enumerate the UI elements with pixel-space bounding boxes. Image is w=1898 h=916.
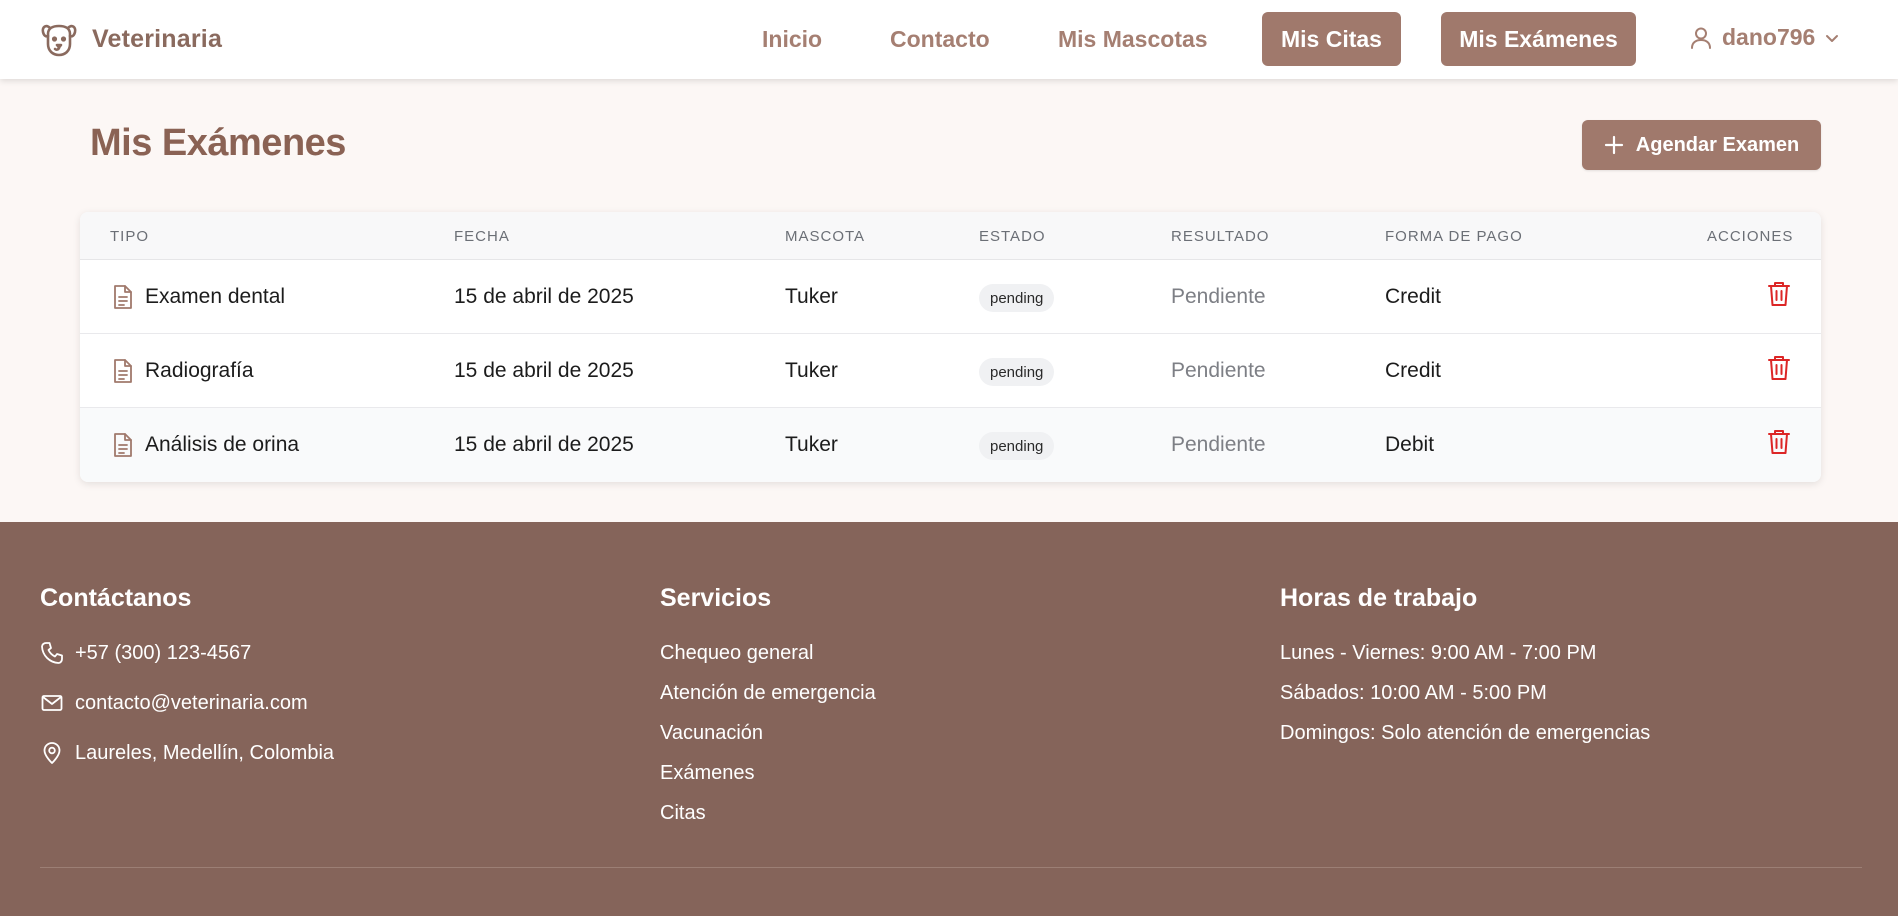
nav-mis-mascotas[interactable]: Mis Mascotas xyxy=(1058,26,1208,53)
table-row: Examen dental 15 de abril de 2025 Tuker … xyxy=(80,260,1821,334)
exams-table: TIPO FECHA MASCOTA ESTADO RESULTADO FORM… xyxy=(80,212,1821,482)
column-header-fecha: FECHA xyxy=(454,228,510,245)
table-header: TIPO FECHA MASCOTA ESTADO RESULTADO FORM… xyxy=(80,212,1821,260)
footer-service-link[interactable]: Exámenes xyxy=(660,762,755,785)
cell-fecha: 15 de abril de 2025 xyxy=(454,285,634,308)
column-header-forma-de-pago: FORMA DE PAGO xyxy=(1385,228,1523,245)
agendar-examen-button[interactable]: Agendar Examen xyxy=(1582,120,1821,170)
trash-icon[interactable] xyxy=(1766,428,1792,456)
footer-divider xyxy=(40,867,1862,868)
brand-logo[interactable]: Veterinaria xyxy=(40,20,222,58)
cell-mascota: Tuker xyxy=(785,359,838,382)
cell-tipo: Radiografía xyxy=(145,359,254,382)
table-row: Radiografía 15 de abril de 2025 Tuker pe… xyxy=(80,334,1821,408)
footer-service-link[interactable]: Chequeo general xyxy=(660,642,813,665)
footer-hours-item: Sábados: 10:00 AM - 5:00 PM xyxy=(1280,682,1547,704)
document-icon xyxy=(114,285,132,309)
map-pin-icon xyxy=(43,742,61,764)
cell-tipo: Análisis de orina xyxy=(145,433,300,456)
cell-resultado: Pendiente xyxy=(1171,359,1266,382)
mail-icon xyxy=(41,695,63,711)
user-icon xyxy=(1691,27,1711,49)
footer-address: Laureles, Medellín, Colombia xyxy=(75,742,335,764)
agendar-examen-label: Agendar Examen xyxy=(1635,133,1800,156)
cell-forma-de-pago: Debit xyxy=(1385,433,1435,456)
phone-icon xyxy=(41,642,63,664)
footer-services-title: Servicios xyxy=(660,584,772,612)
brand-name: Veterinaria xyxy=(92,24,223,53)
footer-service-link[interactable]: Atención de emergencia xyxy=(660,682,876,705)
trash-icon[interactable] xyxy=(1766,280,1792,308)
user-menu[interactable]: dano796 xyxy=(1690,24,1839,51)
trash-icon[interactable] xyxy=(1766,354,1792,382)
footer: Contáctanos +57 (300) 123-4567 contacto@… xyxy=(0,522,1898,916)
footer-service-link[interactable]: Citas xyxy=(660,802,706,825)
navbar: Veterinaria Inicio Contacto Mis Mascotas… xyxy=(0,0,1898,79)
column-header-tipo: TIPO xyxy=(110,228,150,245)
document-icon xyxy=(114,433,132,457)
footer-service-link[interactable]: Vacunación xyxy=(660,722,763,745)
nav-mis-citas[interactable]: Mis Citas xyxy=(1262,12,1401,66)
cell-resultado: Pendiente xyxy=(1171,433,1266,456)
footer-contact-title: Contáctanos xyxy=(40,584,192,612)
cell-forma-de-pago: Credit xyxy=(1385,359,1442,382)
cell-mascota: Tuker xyxy=(785,433,838,456)
nav-inicio[interactable]: Inicio xyxy=(762,26,822,53)
cell-forma-de-pago: Credit xyxy=(1385,285,1442,308)
status-badge: pending xyxy=(979,432,1055,460)
cell-tipo: Examen dental xyxy=(145,285,286,308)
chevron-down-icon xyxy=(1826,34,1839,42)
column-header-acciones: ACCIONES xyxy=(1707,228,1794,245)
username: dano796 xyxy=(1722,24,1816,50)
status-badge: pending xyxy=(979,358,1055,386)
document-icon xyxy=(114,359,132,383)
cell-fecha: 15 de abril de 2025 xyxy=(454,433,634,456)
footer-hours-item: Domingos: Solo atención de emergencias xyxy=(1280,722,1651,744)
cell-resultado: Pendiente xyxy=(1171,285,1266,308)
dog-icon xyxy=(41,24,77,57)
nav-mis-examenes[interactable]: Mis Exámenes xyxy=(1441,12,1636,66)
footer-hours-item: Lunes - Viernes: 9:00 AM - 7:00 PM xyxy=(1280,642,1597,664)
cell-fecha: 15 de abril de 2025 xyxy=(454,359,634,382)
page-title: Mis Exámenes xyxy=(90,122,346,164)
footer-email: contacto@veterinaria.com xyxy=(75,692,308,714)
table-row: Análisis de orina 15 de abril de 2025 Tu… xyxy=(80,408,1821,482)
column-header-estado: ESTADO xyxy=(979,228,1046,245)
cell-mascota: Tuker xyxy=(785,285,838,308)
plus-icon xyxy=(1604,135,1623,155)
footer-phone: +57 (300) 123-4567 xyxy=(75,642,252,664)
column-header-mascota: MASCOTA xyxy=(785,228,866,245)
nav-contacto[interactable]: Contacto xyxy=(890,26,990,53)
footer-hours-title: Horas de trabajo xyxy=(1280,584,1478,612)
column-header-resultado: RESULTADO xyxy=(1171,228,1270,245)
status-badge: pending xyxy=(979,284,1055,312)
